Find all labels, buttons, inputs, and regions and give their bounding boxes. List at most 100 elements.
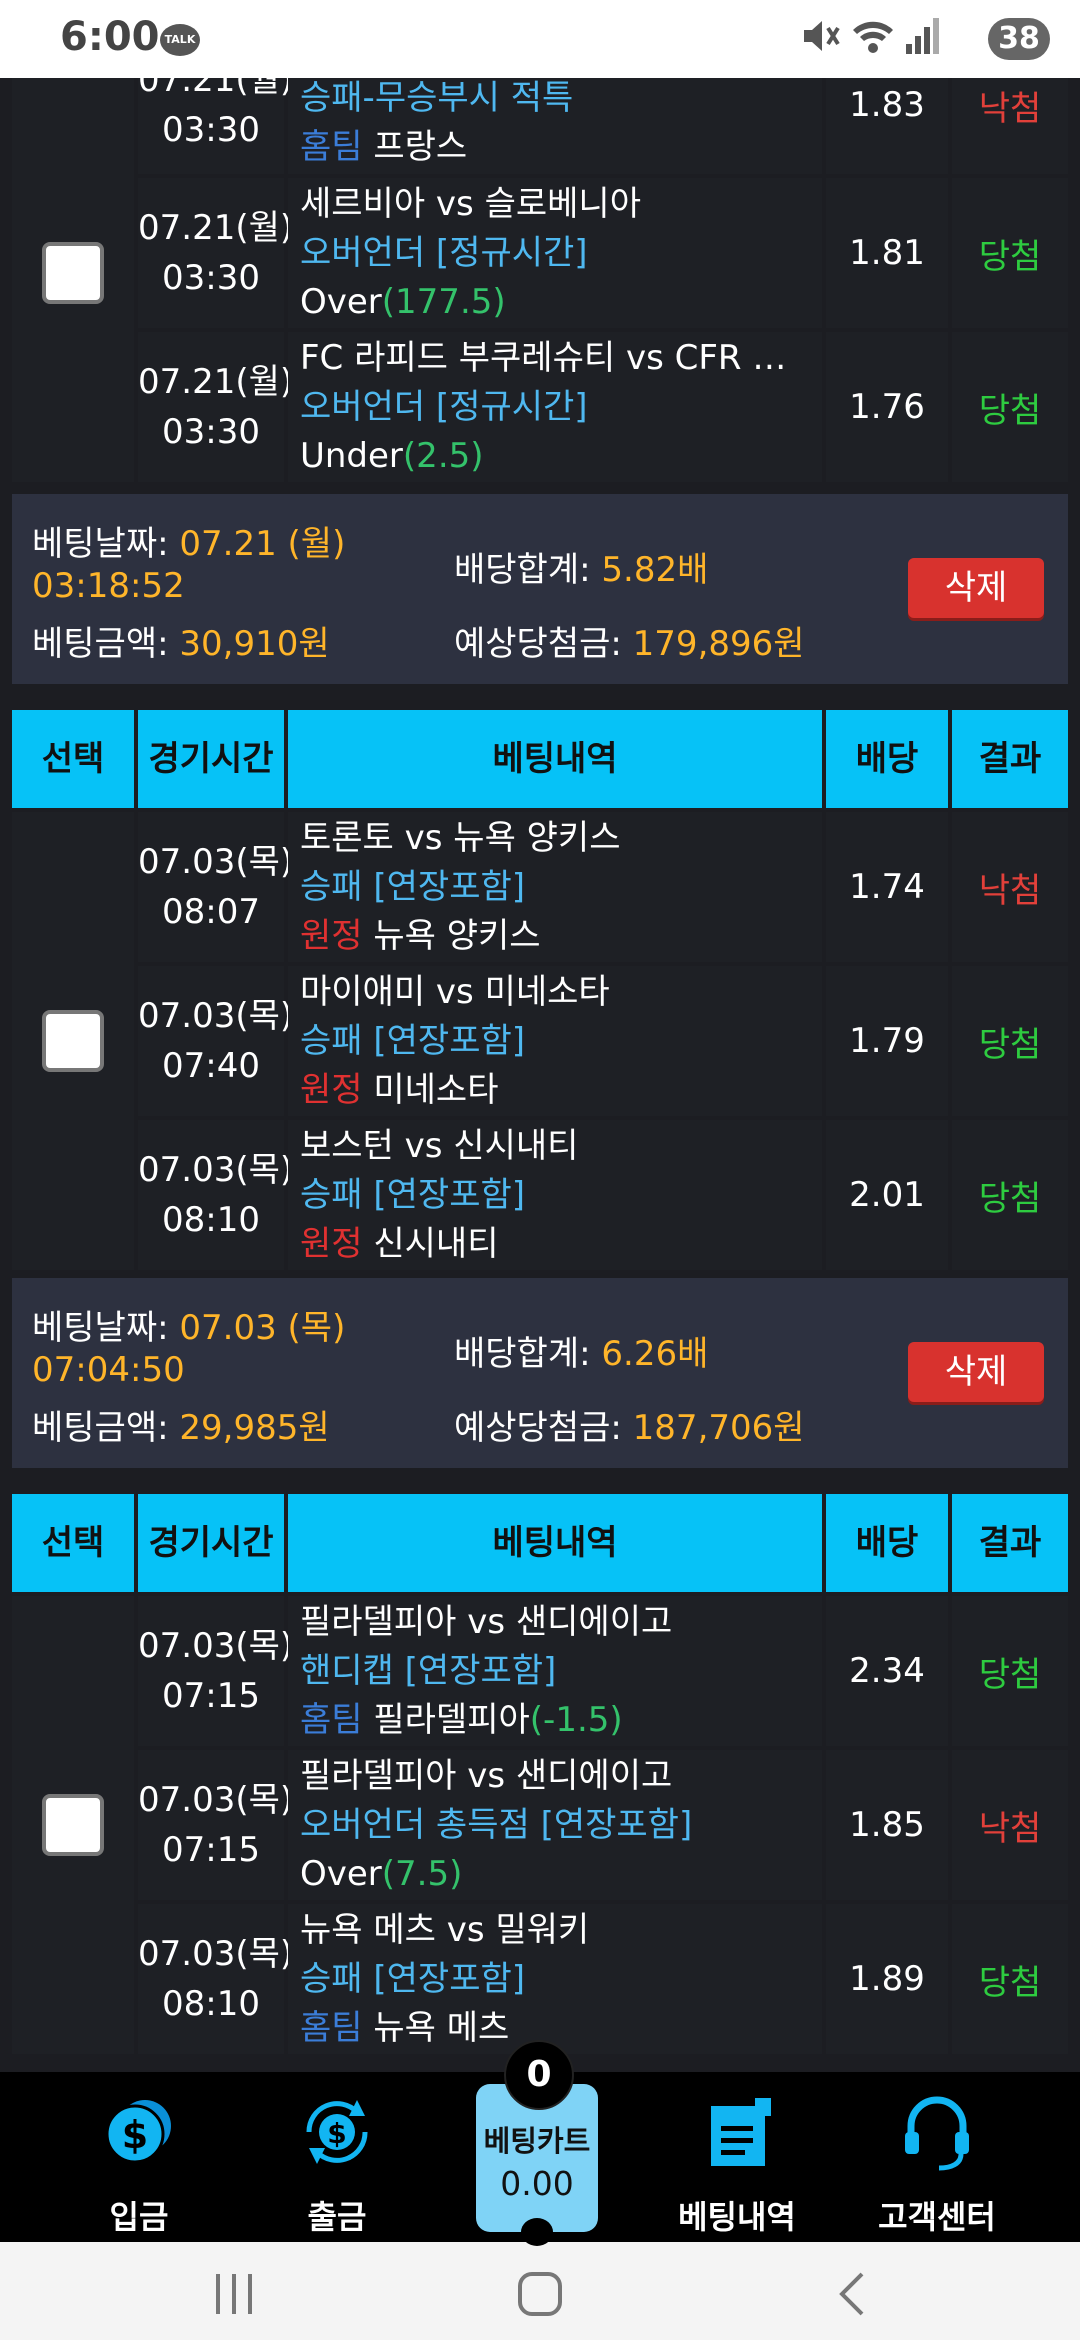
expected-win: 187,706원 [632,1408,805,1448]
bet-date: 07.21 (월) [179,524,346,564]
bet-detail-cell: FC 라피드 부쿠레슈티 vs CFR … 오버언더 [정규시간] Under(… [288,332,822,482]
match-time-cell: 07.03(목) 08:10 [138,1120,293,1270]
coin-withdraw-icon: $ [306,2100,368,2164]
match-time-cell: 07.21(월) 03:30 [138,332,294,482]
pick-line: (177.5) [381,281,506,322]
match-time-cell: 07.21(월) 03:30 [138,178,294,328]
bet-date-label: 베팅날짜: [32,524,169,564]
pick-side: 원정 [300,915,363,956]
bet-detail-cell: 보스턴 vs 신시내티 승패 [연장포함] 원정 신시내티 [288,1120,822,1270]
match-name: FC 라피드 부쿠레슈티 vs CFR … [300,337,787,378]
back-icon[interactable] [834,2270,870,2318]
match-name: 필라델피아 vs 샌디에이고 [300,1755,673,1796]
odds-cell: 1.76 [826,332,948,482]
pick-team: 뉴욕 메츠 [373,2007,510,2048]
match-date: 07.03(목) [138,1626,294,1666]
receipt-icon [711,2098,771,2166]
nav-bet-history-label: 베팅내역 [678,2198,796,2236]
header-time: 경기시간 [138,710,284,808]
match-time-cell: 07.21(월) 03:30 [138,78,294,174]
match-name: 필라델피아 vs 샌디에이고 [300,1601,673,1642]
match-time: 08:10 [162,1984,260,2024]
delete-button[interactable]: 삭제 [908,558,1044,618]
match-name: 마이애미 vs 미네소타 [300,971,610,1012]
select-cell [12,812,134,1270]
match-time-cell: 07.03(목) 08:07 [138,812,293,962]
bet-market: 승패-무승부시 적특 [300,78,574,118]
cart-label: 베팅카트 [483,2124,591,2158]
status-bar: 6:00 TALK 38 [0,0,1080,78]
match-time: 07:15 [162,1676,260,1716]
odds-cell: 1.85 [826,1750,948,1900]
pick-team: Over [300,1853,382,1894]
home-icon[interactable] [516,2270,564,2318]
bet-market: 승패 [연장포함] [300,1174,526,1215]
status-time: 6:00 [60,14,160,60]
pick-team: 신시내티 [373,1223,499,1264]
pick-team: 필라델피아 [373,1699,530,1740]
bet-history-list[interactable]: 07.21(월) 03:30 승패-무승부시 적특 홈팀 프랑스 1.83 낙첨… [0,78,1080,2072]
signal-icon [906,18,939,54]
result-cell: 당첨 [952,966,1068,1116]
delete-button[interactable]: 삭제 [908,1342,1044,1402]
match-date: 07.21(월) [138,208,294,248]
match-time: 08:10 [162,1200,260,1240]
bet-detail-cell: 세르비아 vs 슬로베니아 오버언더 [정규시간] Over(177.5) [288,178,822,328]
pick-team: 미네소타 [373,1069,499,1110]
result-cell: 당첨 [952,1904,1068,2054]
coin-deposit-icon: $ [105,2100,171,2164]
header-odds: 배당 [826,710,948,808]
match-name: 보스턴 vs 신시내티 [300,1125,579,1166]
bet-slip-checkbox[interactable] [42,242,104,304]
result-cell: 낙첨 [952,1750,1068,1900]
mute-icon [804,21,840,51]
match-date: 07.21(월) [138,362,294,402]
expected-win-label: 예상당첨금: [454,1408,622,1448]
pick-side: 원정 [300,1069,363,1110]
match-time: 07:40 [162,1046,260,1086]
odds-cell: 1.83 [826,78,948,174]
match-time-cell: 07.03(목) 08:10 [138,1904,293,2054]
recent-apps-icon[interactable] [210,2272,258,2316]
expected-win: 179,896원 [632,624,805,664]
select-cell [12,78,134,482]
odds-total-label: 배당합계: [454,1334,591,1374]
match-time: 08:07 [162,892,260,932]
header-select: 선택 [12,710,134,808]
system-nav-bar [0,2242,1080,2340]
bet-slip-table: 선택 경기시간 베팅내역 배당 결과 07.03(목) 08:07 토론토 vs… [12,710,1068,1278]
header-details: 베팅내역 [288,710,822,808]
bet-slip-checkbox[interactable] [42,1794,104,1856]
bet-amount-line: 베팅금액: 30,910원 [32,616,330,665]
header-time: 경기시간 [138,1494,284,1592]
nav-bet-history[interactable]: 베팅내역 [662,2072,812,2242]
bet-slip-checkbox[interactable] [42,1010,104,1072]
nav-deposit[interactable]: $ 입금 [64,2072,214,2242]
bet-amount-line: 베팅금액: 29,985원 [32,1400,330,1449]
bet-amount-label: 베팅금액: [32,624,169,664]
pick-line: (-1.5) [529,1699,623,1740]
match-time-cell: 07.03(목) 07:40 [138,966,293,1116]
bet-market: 오버언더 총득점 [연장포함] [300,1804,693,1845]
select-cell [12,1596,134,2054]
match-date: 07.21(월) [138,78,294,100]
pick-team: Over [300,281,382,322]
nav-withdraw[interactable]: $ 출금 [262,2072,412,2242]
bet-market: 승패 [연장포함] [300,1958,526,1999]
kakaotalk-notification-icon: TALK [160,24,200,56]
nav-support[interactable]: 고객센터 [862,2072,1012,2242]
bet-date: 07.03 (목) [179,1308,346,1348]
odds-cell: 2.34 [826,1596,948,1746]
pick-team: 프랑스 [373,127,468,167]
match-name: 세르비아 vs 슬로베니아 [300,183,641,224]
odds-total-label: 배당합계: [454,550,591,590]
headset-icon [905,2096,969,2171]
bet-summary: 베팅날짜: 07.03 (목) 07:04:50 베팅금액: 29,985원 배… [12,1278,1068,1468]
odds-total-line: 배당합계: 6.26배 [454,1326,708,1375]
svg-text:$: $ [122,2113,148,2157]
header-result: 결과 [952,710,1068,808]
bet-slip-table: 선택 경기시간 베팅내역 배당 결과 07.03(목) 07:15 필라델피아 … [12,1494,1068,2072]
match-time: 07:15 [162,1830,260,1870]
expected-win-line: 예상당첨금: 179,896원 [454,616,805,665]
header-odds: 배당 [826,1494,948,1592]
